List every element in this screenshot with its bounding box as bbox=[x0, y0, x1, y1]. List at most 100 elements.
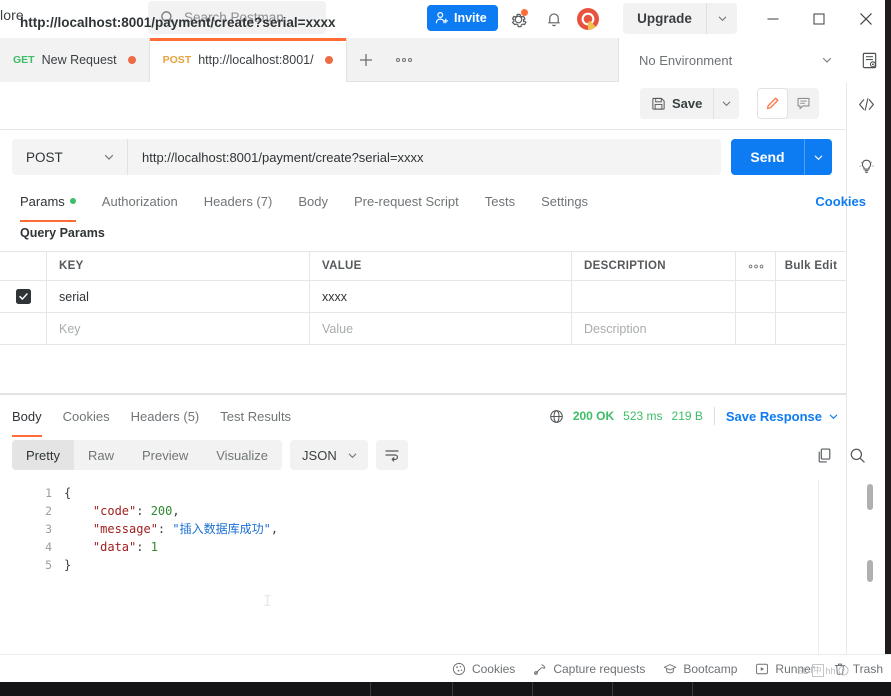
notifications-button[interactable] bbox=[541, 6, 567, 32]
send-button[interactable]: Send bbox=[731, 149, 804, 165]
table-row-empty[interactable]: Key Value Description bbox=[0, 313, 846, 345]
code-token: , bbox=[270, 522, 279, 536]
row-value[interactable]: xxxx bbox=[310, 281, 572, 312]
graduation-cap-icon bbox=[663, 662, 677, 676]
status-capture-requests-button[interactable]: Capture requests bbox=[533, 662, 645, 676]
view-mode-preview[interactable]: Preview bbox=[128, 440, 202, 470]
window-close-button[interactable] bbox=[843, 0, 889, 38]
status-cookies-button[interactable]: Cookies bbox=[452, 662, 515, 676]
code-token: : bbox=[136, 504, 151, 518]
scrollbar-thumb-top[interactable] bbox=[867, 484, 873, 510]
tab-tests[interactable]: Tests bbox=[485, 186, 527, 216]
response-tab-headers[interactable]: Headers (5) bbox=[131, 401, 200, 431]
settings-button[interactable] bbox=[505, 6, 531, 32]
close-icon bbox=[858, 11, 874, 27]
maximize-icon bbox=[812, 12, 826, 26]
globe-icon[interactable] bbox=[549, 409, 564, 424]
avatar-icon bbox=[576, 7, 600, 31]
upgrade-button[interactable]: Upgrade bbox=[623, 11, 706, 26]
window-maximize-button[interactable] bbox=[796, 0, 842, 38]
status-trash-button[interactable]: Trash bbox=[833, 662, 883, 676]
edit-request-button[interactable] bbox=[757, 88, 788, 119]
view-mode-visualize[interactable]: Visualize bbox=[202, 440, 282, 470]
new-tab-button[interactable] bbox=[347, 38, 385, 82]
search-icon[interactable] bbox=[849, 447, 866, 464]
scrollbar-thumb-bottom[interactable] bbox=[867, 560, 873, 582]
word-wrap-button[interactable] bbox=[375, 440, 408, 470]
environment-selector[interactable]: No Environment bbox=[619, 38, 847, 82]
comment-button[interactable] bbox=[788, 88, 819, 119]
environment-area: No Environment bbox=[618, 38, 891, 82]
save-response-button[interactable]: Save Response bbox=[726, 409, 839, 424]
view-mode-pretty[interactable]: Pretty bbox=[12, 440, 74, 470]
tips-button[interactable] bbox=[847, 144, 886, 188]
status-bootcamp-button[interactable]: Bootcamp bbox=[663, 662, 737, 676]
response-tab-body[interactable]: Body bbox=[12, 401, 42, 437]
tab-body[interactable]: Body bbox=[298, 186, 340, 216]
response-body-scrollbar[interactable] bbox=[867, 480, 873, 658]
empty-row-description-input[interactable]: Description bbox=[572, 313, 736, 344]
empty-row-key-input[interactable]: Key bbox=[47, 313, 310, 344]
response-divider bbox=[0, 394, 846, 395]
response-format-selector[interactable]: JSON bbox=[290, 440, 368, 470]
upgrade-group[interactable]: Upgrade bbox=[623, 3, 737, 34]
window-minimize-button[interactable] bbox=[750, 0, 796, 38]
tab-pre-request-script[interactable]: Pre-request Script bbox=[354, 186, 471, 216]
runner-icon bbox=[755, 662, 769, 676]
request-tab-new-request[interactable]: GET New Request bbox=[0, 38, 150, 82]
tab-authorization[interactable]: Authorization bbox=[102, 186, 190, 216]
response-toolbar: Pretty Raw Preview Visualize JSON bbox=[12, 440, 832, 470]
params-table-tail bbox=[0, 347, 846, 394]
table-options-button[interactable] bbox=[736, 252, 776, 280]
response-body-viewer[interactable]: 1 2 3 4 5 { "code": 200, "message": "插入数… bbox=[0, 478, 846, 658]
status-runner-button[interactable]: Runner bbox=[755, 662, 815, 676]
response-tab-cookies[interactable]: Cookies bbox=[63, 401, 110, 431]
row-description[interactable] bbox=[572, 281, 736, 312]
empty-row-value-input[interactable]: Value bbox=[310, 313, 572, 344]
request-tab-localhost[interactable]: POST http://localhost:8001/ bbox=[149, 38, 347, 82]
row-enabled-checkbox[interactable] bbox=[15, 289, 31, 304]
os-taskbar[interactable] bbox=[0, 682, 891, 696]
empty-row-options-cell bbox=[736, 313, 776, 344]
request-name[interactable]: http://localhost:8001/payment/create?ser… bbox=[20, 15, 336, 30]
code-line: "message": "插入数据库成功", bbox=[64, 520, 278, 538]
copy-icon[interactable] bbox=[816, 447, 833, 464]
tab-options-button[interactable] bbox=[385, 38, 423, 82]
table-row[interactable]: serial xxxx bbox=[0, 281, 846, 313]
bulk-edit-button[interactable]: Bulk Edit bbox=[776, 252, 846, 280]
code-token: 200 bbox=[150, 504, 173, 518]
trash-icon bbox=[833, 662, 847, 676]
chevron-down-icon bbox=[821, 54, 833, 66]
save-button[interactable]: Save bbox=[640, 88, 713, 119]
request-tab-method: POST bbox=[162, 54, 192, 66]
workspace-avatar[interactable] bbox=[575, 6, 601, 32]
satellite-icon bbox=[533, 662, 547, 676]
request-cookies-link[interactable]: Cookies bbox=[815, 186, 866, 216]
response-tab-test-results[interactable]: Test Results bbox=[220, 401, 291, 431]
tab-headers[interactable]: Headers (7) bbox=[204, 186, 285, 216]
tab-body-label: Body bbox=[298, 193, 328, 209]
upgrade-caret-button[interactable] bbox=[706, 3, 737, 34]
send-options-button[interactable] bbox=[804, 139, 832, 175]
method-url-shell: POST http://localhost:8001/payment/creat… bbox=[12, 139, 721, 175]
send-group: Send bbox=[731, 139, 832, 175]
url-input[interactable]: http://localhost:8001/payment/create?ser… bbox=[128, 139, 721, 175]
invite-button[interactable]: Invite bbox=[427, 5, 498, 31]
code-line: } bbox=[64, 556, 278, 574]
response-view-modes: Pretty Raw Preview Visualize bbox=[12, 440, 283, 470]
code-token: , bbox=[172, 504, 180, 518]
floppy-disk-icon bbox=[651, 96, 666, 111]
tab-params[interactable]: Params bbox=[20, 186, 88, 222]
tab-pre-request-script-label: Pre-request Script bbox=[353, 193, 459, 209]
row-key[interactable]: serial bbox=[47, 281, 310, 312]
code-snippet-button[interactable] bbox=[847, 82, 886, 126]
response-body-code[interactable]: { "code": 200, "message": "插入数据库成功", "da… bbox=[64, 484, 278, 574]
environment-quick-look-icon bbox=[860, 51, 879, 70]
status-bootcamp-label: Bootcamp bbox=[683, 661, 738, 676]
method-selector[interactable]: POST bbox=[12, 139, 128, 175]
row-spacer-cell bbox=[776, 281, 846, 312]
code-line: { bbox=[64, 484, 278, 502]
tab-settings[interactable]: Settings bbox=[541, 186, 600, 216]
save-options-button[interactable] bbox=[713, 88, 739, 119]
view-mode-raw[interactable]: Raw bbox=[74, 440, 128, 470]
